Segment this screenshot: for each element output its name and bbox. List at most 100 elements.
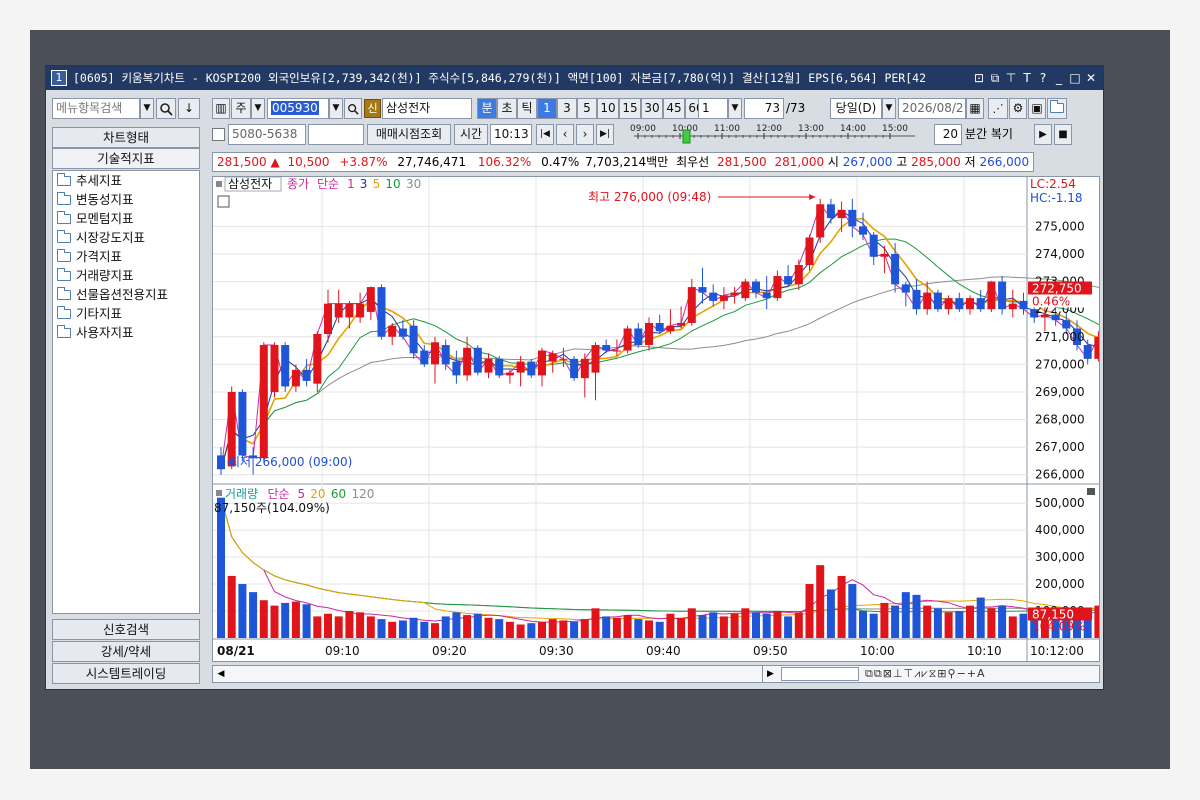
close-icon[interactable]: ✕ (1083, 66, 1099, 90)
tree-item[interactable]: 기타지표 (53, 304, 199, 323)
tree-item[interactable]: 가격지표 (53, 247, 199, 266)
tree-item[interactable]: 추세지표 (53, 171, 199, 190)
first-icon[interactable]: |◀ (536, 124, 554, 145)
tab-technical-indicators[interactable]: 기술적지표 (52, 148, 200, 169)
date-input[interactable]: 2026/08/21 (898, 98, 966, 119)
zoom-in-icon[interactable]: + (967, 667, 977, 680)
time-slider[interactable]: 09:00 10:00 11:00 12:00 13:00 14:00 15:00 (630, 122, 930, 148)
chart-tool-icon[interactable]: ⊞ (937, 667, 947, 680)
next-icon[interactable]: › (576, 124, 594, 145)
interval-button[interactable]: 1 (537, 98, 557, 119)
scroll-left-icon[interactable]: ◀ (213, 666, 229, 682)
page-input[interactable]: 73 (744, 98, 784, 119)
panel-close-icon[interactable] (1087, 488, 1095, 495)
volume-bar (998, 605, 1007, 638)
grid-toggle-icon[interactable] (217, 195, 230, 208)
count-dropdown-icon[interactable]: ▼ (728, 98, 742, 119)
tree-item[interactable]: 선물옵션전용지표 (53, 285, 199, 304)
minimize-icon[interactable]: _ (1051, 66, 1067, 90)
credit-badge: 신 (364, 99, 381, 118)
code-dropdown-icon[interactable]: ▼ (329, 98, 343, 119)
tree-item[interactable]: 거래량지표 (53, 266, 199, 285)
maximize-icon[interactable]: □ (1067, 66, 1083, 90)
search-button[interactable] (156, 98, 176, 119)
condition-checkbox[interactable] (212, 128, 225, 141)
chart-tool-icon[interactable]: ⊠ (883, 667, 893, 680)
change-rate: +3.87% (339, 155, 388, 169)
period-select[interactable]: 주 (231, 98, 251, 119)
interval-button[interactable]: 3 (557, 98, 577, 119)
chart-tool-icon[interactable]: ⧉ (865, 667, 874, 680)
condition-value-input[interactable] (308, 124, 364, 145)
tree-item[interactable]: 사용자지표 (53, 323, 199, 342)
menu-search-input[interactable]: 메뉴항목검색 (52, 98, 140, 119)
play-icon[interactable]: ▶ (1034, 124, 1052, 145)
horizontal-scrollbar[interactable]: ◀ ▶ ⧉⧉⊠⊥⊤⩘⩗⧖⊞⚲−+A (212, 665, 1100, 683)
tree-item[interactable]: 시장강도지표 (53, 228, 199, 247)
interval-button[interactable]: 15 (619, 98, 641, 119)
slider-ticks: 09:00 10:00 11:00 12:00 13:00 14:00 15:00 (630, 124, 908, 139)
chart-window: 1 [0605] 키움복기차트 - KOSPI200 외국인보유[2,739,34… (45, 65, 1178, 690)
tab-system-trading[interactable]: 시스템트레이딩 (52, 663, 200, 684)
interval-button[interactable]: 10 (597, 98, 619, 119)
chart-tool-icon[interactable]: ⧖ (929, 667, 938, 680)
unit-tick-tab[interactable]: 틱 (517, 98, 537, 119)
download-button[interactable]: ↓ (178, 98, 200, 119)
volume-bar (955, 611, 964, 638)
tab-chart-type[interactable]: 차트형태 (52, 127, 200, 148)
y-tick-label: 500,000 (1035, 496, 1085, 510)
chart-tool-icon[interactable]: ⩗ (921, 667, 928, 680)
interval-button[interactable]: 30 (641, 98, 663, 119)
tab-signal-search[interactable]: 신호검색 (52, 619, 200, 640)
chart-area[interactable]: 266,000 267,000 268,000 269,000 270,000 271,0… (212, 176, 1178, 662)
pin-icon[interactable]: ⊤ (1003, 66, 1019, 90)
open-folder-icon[interactable] (1047, 98, 1067, 119)
restore-icon[interactable]: ⧉ (987, 66, 1003, 90)
day-dropdown-icon[interactable]: ▼ (882, 98, 896, 119)
count-input[interactable]: 1 (698, 98, 728, 119)
font-size-icon[interactable]: A (977, 667, 986, 680)
chart-tool-icon[interactable]: ⊤ (904, 667, 915, 680)
last-icon[interactable]: ▶| (596, 124, 614, 145)
crosshair-tool-icon[interactable]: ⋰ (988, 98, 1008, 119)
zoom-search-icon[interactable]: ⚲ (948, 667, 957, 680)
stop-icon[interactable]: ■ (1054, 124, 1072, 145)
prev-icon[interactable]: ‹ (556, 124, 574, 145)
volume-bar (837, 575, 846, 638)
period-dropdown-icon[interactable]: ▼ (251, 98, 265, 119)
calendar-icon[interactable]: ▦ (966, 98, 984, 119)
unit-second-tab[interactable]: 초 (497, 98, 517, 119)
unit-minute-tab[interactable]: 분 (477, 98, 497, 119)
condition-input[interactable]: 5080-5638 (228, 124, 306, 145)
code-search-button[interactable] (344, 98, 362, 119)
save-icon[interactable]: ▣ (1028, 98, 1046, 119)
tree-item[interactable]: 모멘텀지표 (53, 209, 199, 228)
legend-entry: 종가 (287, 177, 309, 191)
slider-thumb[interactable] (682, 129, 691, 144)
candle-body (816, 204, 825, 238)
trade-point-button[interactable]: 매매시점조회 (367, 124, 451, 145)
minutes-input[interactable]: 20 (934, 124, 962, 145)
interval-button[interactable]: 45 (663, 98, 685, 119)
title-bar[interactable]: 1 [0605] 키움복기차트 - KOSPI200 외국인보유[2,739,34… (46, 66, 1103, 90)
day-select[interactable]: 당일(D) (830, 98, 882, 119)
font-icon[interactable]: T (1019, 66, 1035, 90)
stock-name-field[interactable]: 삼성전자 (382, 98, 472, 119)
chart-tool-icon[interactable]: ⊥ (893, 667, 904, 680)
stock-code-input[interactable]: 005930 (267, 98, 329, 119)
layout-icon[interactable]: ▥ (212, 98, 230, 119)
chart-svg[interactable]: 266,000 267,000 268,000 269,000 270,000 271,0… (213, 176, 1178, 661)
scroll-right-icon[interactable]: ▶ (762, 666, 778, 682)
chart-tool-icon[interactable]: ⧉ (874, 667, 883, 680)
gear-icon[interactable]: ⚙ (1009, 98, 1027, 119)
zoom-slider[interactable] (781, 667, 859, 681)
candle-body (281, 345, 290, 387)
interval-button[interactable]: 5 (577, 98, 597, 119)
search-dropdown-button[interactable]: ▼ (140, 98, 154, 119)
tree-item[interactable]: 변동성지표 (53, 190, 199, 209)
zoom-out-icon[interactable]: − (957, 667, 967, 680)
tab-bull-bear[interactable]: 강세/약세 (52, 641, 200, 662)
help-icon[interactable]: ? (1035, 66, 1051, 90)
tile-icon[interactable]: ⊡ (971, 66, 987, 90)
time-input[interactable]: 10:13 (490, 124, 532, 145)
